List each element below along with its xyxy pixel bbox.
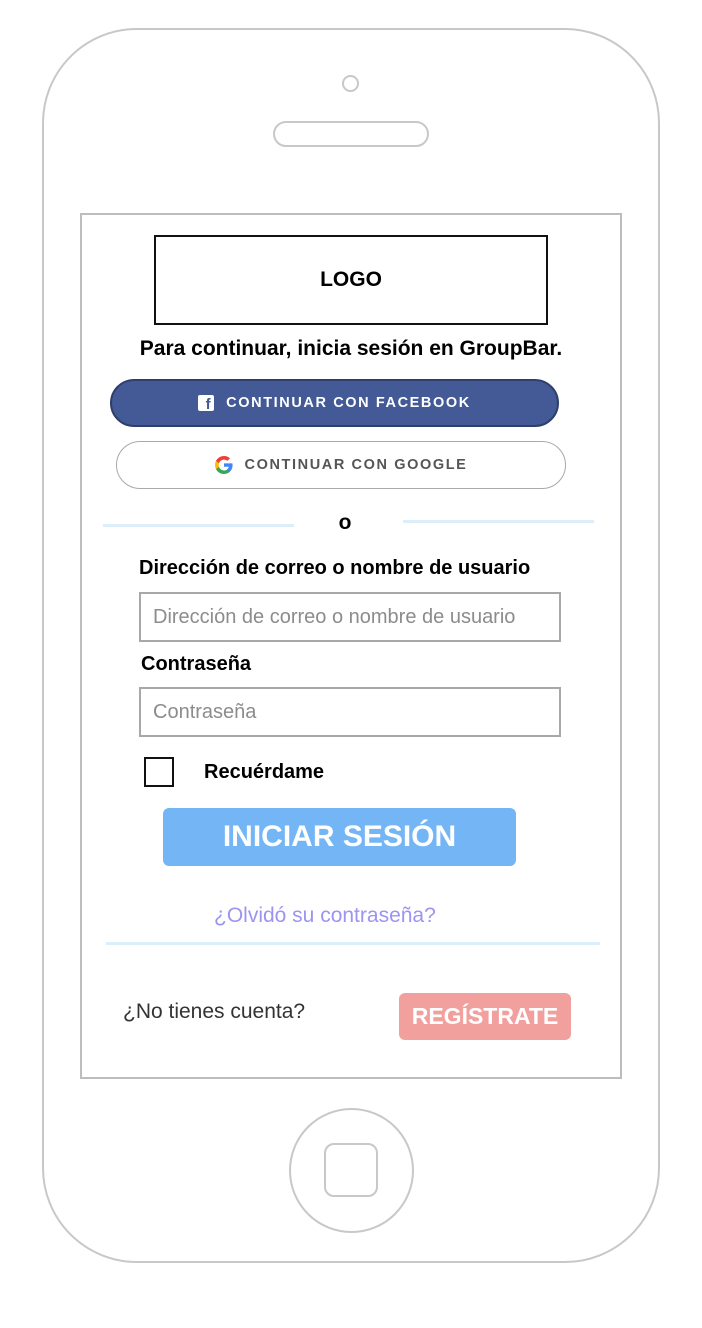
signup-prompt: ¿No tienes cuenta? (123, 1000, 306, 1023)
page-title: Para continuar, inicia sesión en GroupBa… (139, 337, 563, 360)
login-button-label: INICIAR SESIÓN (222, 820, 457, 853)
email-label: Dirección de correo o nombre de usuario (139, 557, 531, 579)
divider-left (103, 524, 294, 527)
home-button-icon (324, 1143, 378, 1197)
password-label: Contraseña (141, 653, 252, 675)
register-button[interactable]: REGÍSTRATE (399, 993, 571, 1040)
facebook-icon: f (198, 395, 215, 412)
facebook-login-button[interactable]: f CONTINUAR CON FACEBOOK (110, 379, 559, 427)
forgot-password-text: ¿Olvidó su contraseña? (214, 904, 436, 927)
login-button[interactable]: INICIAR SESIÓN (163, 808, 516, 866)
email-field[interactable] (139, 592, 561, 642)
logo-text: LOGO (320, 268, 382, 291)
remember-me-checkbox[interactable] (144, 757, 174, 787)
divider-right (403, 520, 594, 523)
logo-placeholder: LOGO (154, 235, 548, 325)
remember-me-label[interactable]: Recuérdame (204, 761, 324, 784)
google-login-button[interactable]: CONTINUAR CON GOOGLE (116, 441, 566, 489)
front-camera (342, 75, 359, 92)
forgot-password-link[interactable]: ¿Olvidó su contraseña? (80, 904, 588, 928)
register-button-label: REGÍSTRATE (411, 1003, 559, 1029)
divider-bottom (106, 942, 600, 945)
facebook-login-label: CONTINUAR CON FACEBOOK (226, 395, 471, 411)
earpiece-speaker (273, 121, 429, 147)
or-separator: o (338, 511, 352, 534)
google-icon (214, 456, 233, 474)
google-login-label: CONTINUAR CON GOOGLE (244, 457, 468, 473)
password-field[interactable] (139, 687, 561, 737)
